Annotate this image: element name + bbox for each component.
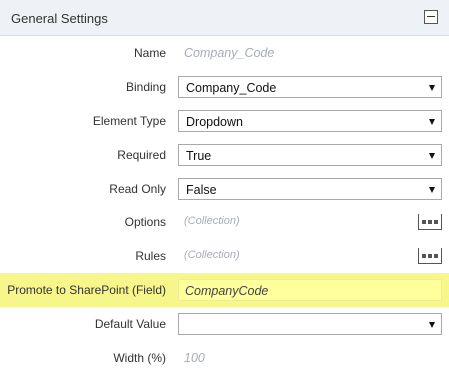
row-rules: Rules (Collection) bbox=[0, 239, 449, 273]
row-required: Required True bbox=[0, 138, 449, 172]
options-collection-button[interactable] bbox=[418, 214, 442, 230]
row-element-type: Element Type Dropdown bbox=[0, 104, 449, 138]
element-type-value: Dropdown bbox=[186, 115, 243, 129]
promote-input[interactable]: CompanyCode bbox=[178, 279, 442, 301]
panel-title: General Settings bbox=[11, 11, 108, 26]
rules-collection-button[interactable] bbox=[418, 248, 442, 264]
row-binding: Binding Company_Code bbox=[0, 70, 449, 104]
element-type-select[interactable]: Dropdown bbox=[178, 110, 442, 132]
default-value-select[interactable] bbox=[178, 313, 442, 335]
promote-value: CompanyCode bbox=[185, 284, 269, 298]
rules-value: (Collection) bbox=[184, 249, 240, 261]
default-value-label: Default Value bbox=[94, 317, 166, 331]
binding-label: Binding bbox=[125, 80, 166, 94]
read-only-select[interactable]: False bbox=[178, 178, 442, 200]
required-label: Required bbox=[117, 148, 166, 162]
dropdown-arrow-icon bbox=[429, 322, 435, 328]
element-type-label: Element Type bbox=[92, 114, 166, 128]
collapse-icon[interactable] bbox=[424, 10, 438, 24]
required-value: True bbox=[186, 149, 212, 163]
general-settings-panel: General Settings Name Company_Code Bindi… bbox=[0, 0, 449, 367]
row-default-value: Default Value bbox=[0, 307, 449, 341]
width-value: 100 bbox=[184, 351, 205, 365]
row-read-only: Read Only False bbox=[0, 172, 449, 206]
dropdown-arrow-icon bbox=[429, 187, 435, 193]
read-only-value: False bbox=[186, 183, 217, 197]
name-value: Company_Code bbox=[184, 46, 275, 60]
row-width: Width (%) 100 bbox=[0, 341, 449, 375]
dropdown-arrow-icon bbox=[429, 119, 435, 125]
row-promote: Promote to SharePoint (Field) CompanyCod… bbox=[0, 273, 449, 307]
row-options: Options (Collection) bbox=[0, 205, 449, 239]
promote-label: Promote to SharePoint (Field) bbox=[7, 283, 166, 297]
options-label: Options bbox=[124, 215, 166, 229]
required-select[interactable]: True bbox=[178, 144, 442, 166]
read-only-label: Read Only bbox=[109, 182, 166, 196]
binding-select[interactable]: Company_Code bbox=[178, 76, 442, 98]
panel-header: General Settings bbox=[0, 0, 449, 36]
width-label: Width (%) bbox=[113, 351, 166, 365]
name-label: Name bbox=[133, 46, 166, 60]
options-value: (Collection) bbox=[184, 215, 240, 227]
row-name: Name Company_Code bbox=[0, 36, 449, 70]
dropdown-arrow-icon bbox=[429, 85, 435, 91]
binding-value: Company_Code bbox=[186, 81, 277, 95]
dropdown-arrow-icon bbox=[429, 153, 435, 159]
rules-label: Rules bbox=[135, 249, 166, 263]
